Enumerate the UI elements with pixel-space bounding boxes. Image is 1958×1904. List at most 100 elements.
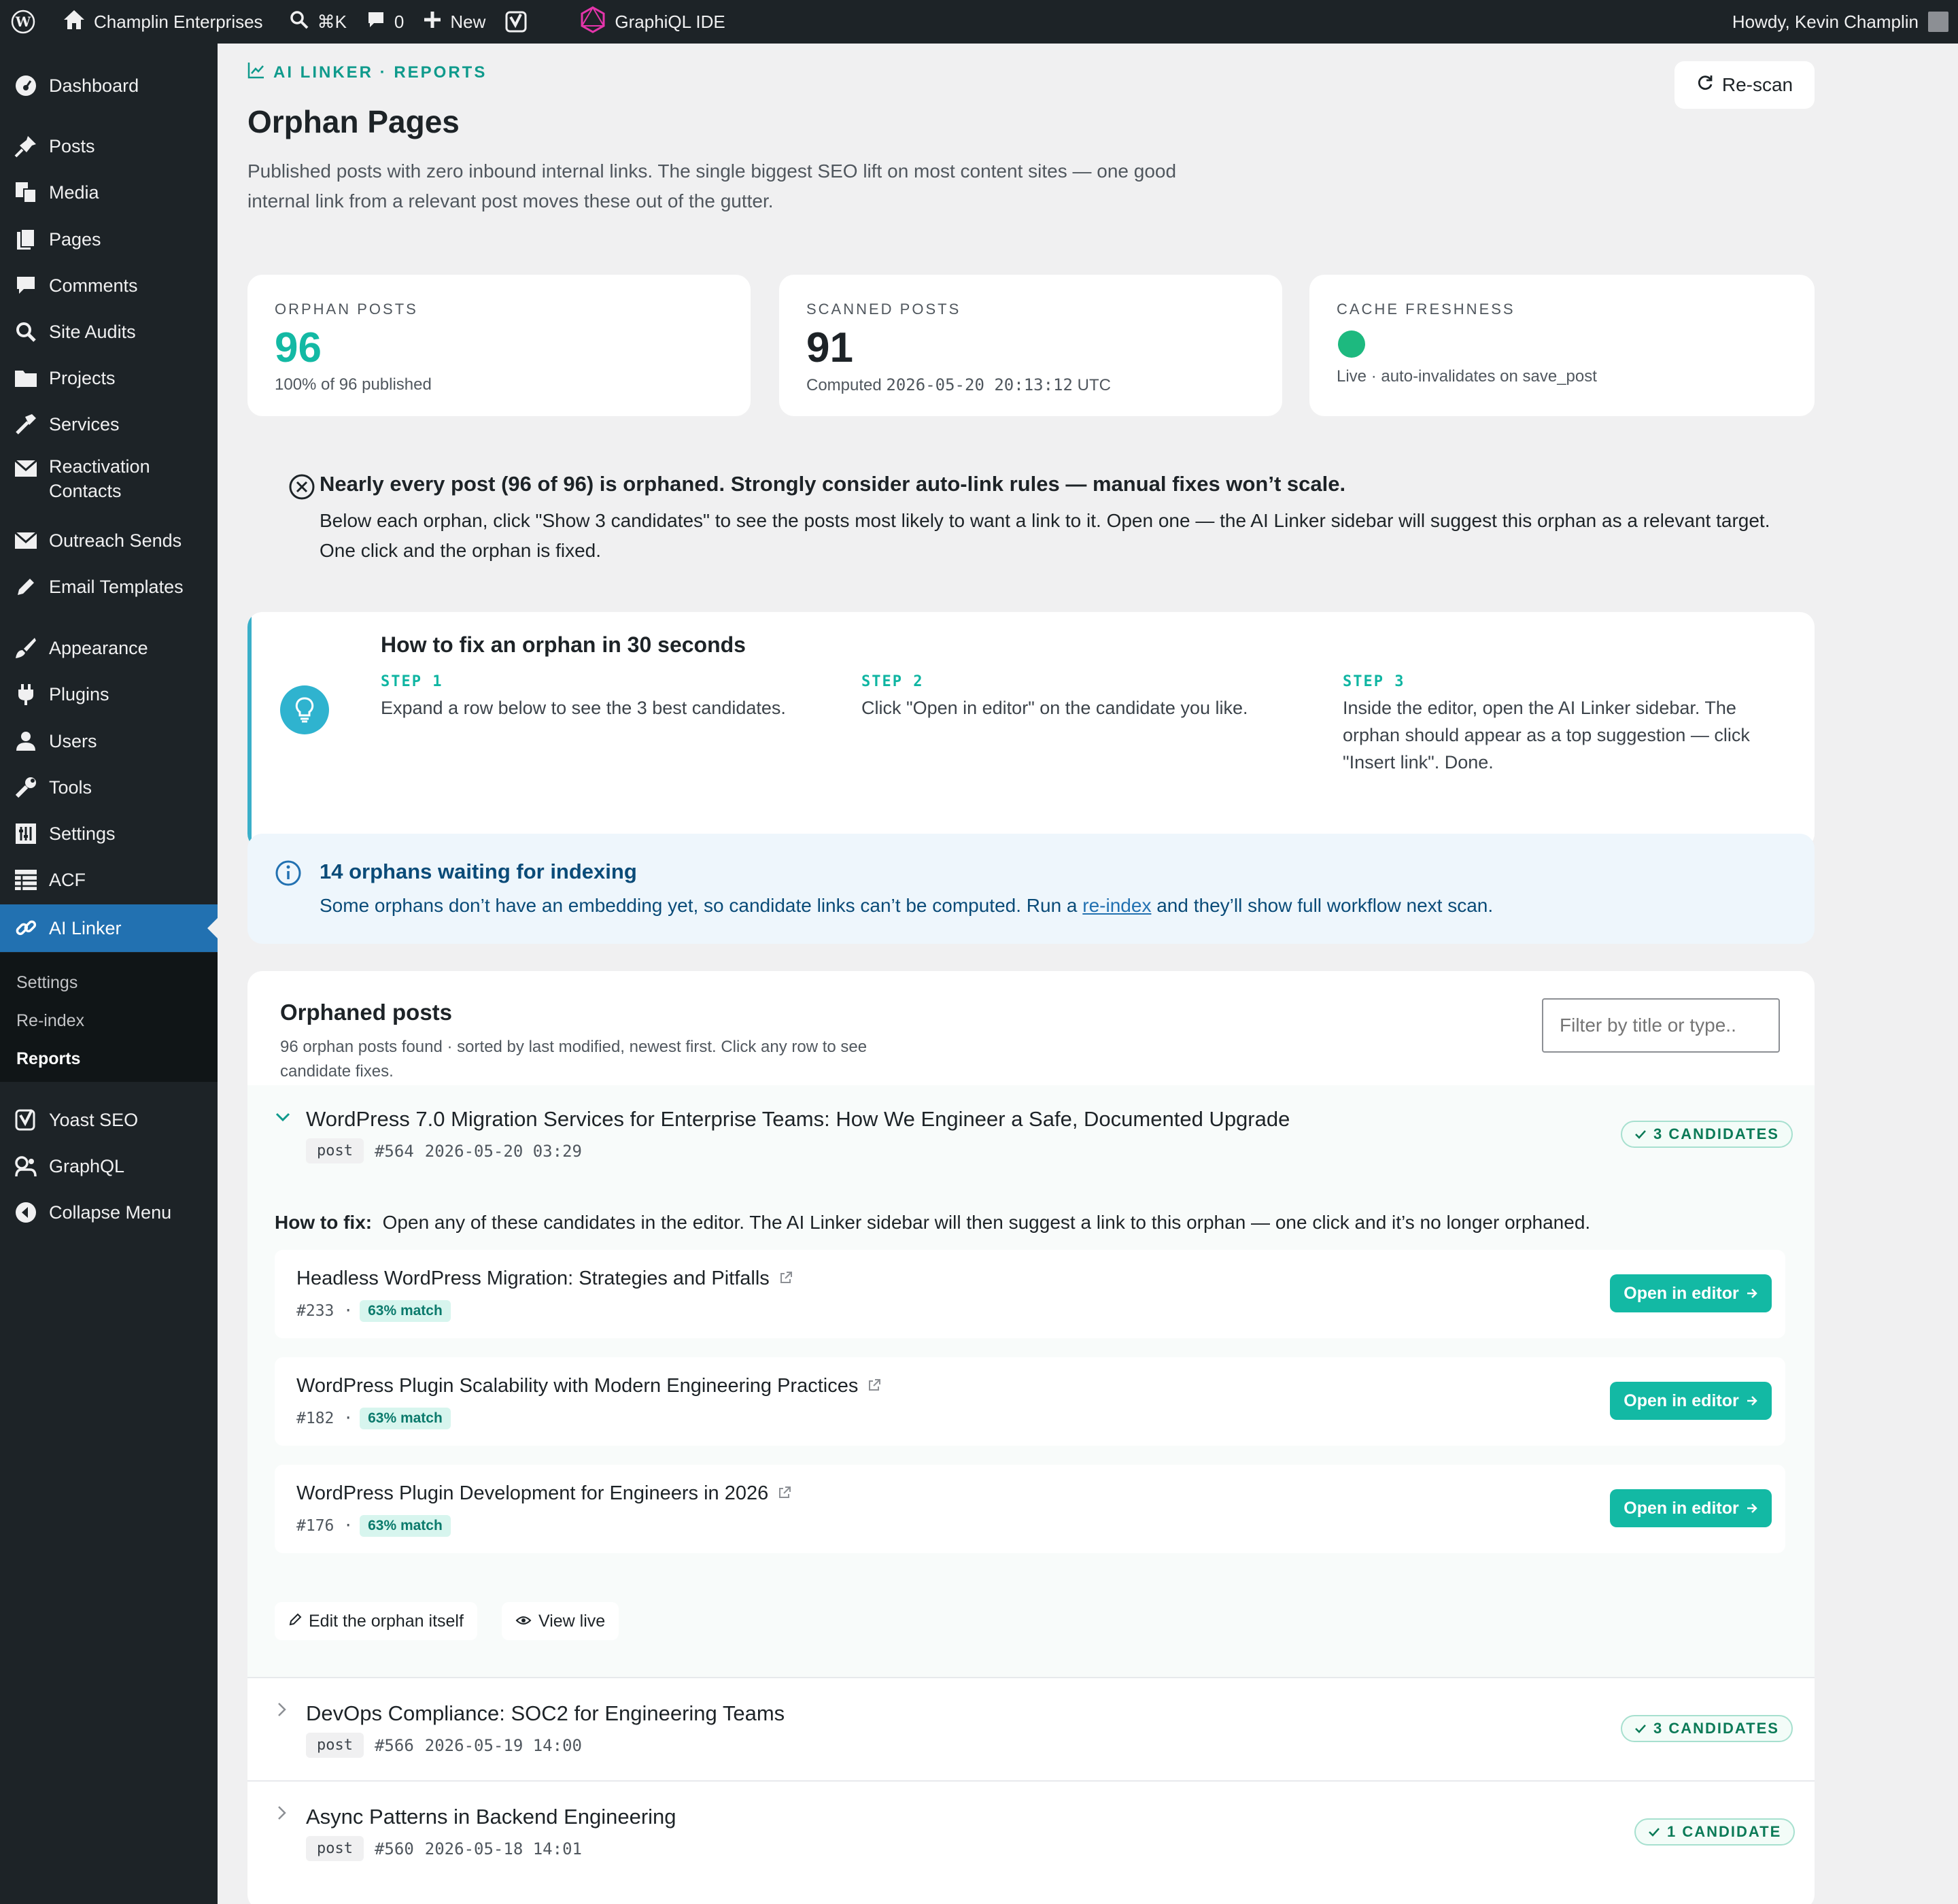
sidebar-item-dashboard[interactable]: Dashboard [0,67,218,105]
breadcrumb: AI LINKER · REPORTS [247,61,487,84]
sidebar-item-label: Posts [49,135,95,156]
sidebar-item-label: Contacts [49,481,122,501]
comments-link[interactable]: 0 [356,0,413,44]
stat-subtext: 100% of 96 published [275,375,432,394]
lightbulb-icon [280,685,329,734]
sidebar-item-reactivation-contacts[interactable]: Reactivation Contacts [0,452,218,513]
pencil-icon [288,1612,302,1631]
mail-icon [12,460,39,477]
eye-icon [515,1612,532,1631]
open-in-editor-button[interactable]: Open in editor [1610,1489,1772,1527]
new-content-link[interactable]: New [413,0,495,44]
wrench-icon [12,776,39,799]
candidate-title[interactable]: WordPress Plugin Scalability with Modern… [296,1375,881,1397]
submenu-item-reports[interactable]: Reports [16,1049,80,1069]
filter-input[interactable] [1542,998,1780,1053]
post-date: 2026-05-18 14:01 [424,1839,582,1858]
breadcrumb-label: AI LINKER · REPORTS [273,63,487,82]
chevron-down-icon[interactable] [275,1111,291,1127]
view-live-button[interactable]: View live [502,1602,619,1640]
sidebar-item-tools[interactable]: Tools [0,768,218,806]
table-row[interactable]: DevOps Compliance: SOC2 for Engineering … [247,1678,1815,1780]
sidebar-item-appearance[interactable]: Appearance [0,629,218,667]
reindex-link[interactable]: re-index [1082,895,1151,916]
plugin-icon [12,683,39,706]
sidebar-item-services[interactable]: Services [0,405,218,443]
sidebar-item-email-templates[interactable]: Email Templates [0,568,218,606]
sidebar-item-projects[interactable]: Projects [0,359,218,397]
submenu-item-reindex[interactable]: Re-index [16,1011,84,1031]
post-date: 2026-05-19 14:00 [424,1735,582,1755]
candidate-card: Headless WordPress Migration: Strategies… [275,1250,1785,1338]
arrow-right-icon [1746,1391,1758,1411]
step-text: Expand a row below to see the 3 best can… [381,698,786,718]
how-to-fix-label: How to fix: [275,1212,373,1233]
candidate-title[interactable]: WordPress Plugin Development for Enginee… [296,1482,791,1505]
edit-orphan-button[interactable]: Edit the orphan itself [275,1602,477,1640]
sidebar-item-acf[interactable]: ACF [0,861,218,899]
candidate-meta: #233 · 63% match [296,1300,451,1322]
graphql-icon [579,5,606,39]
table-row[interactable]: Async Patterns in Backend Engineering po… [247,1782,1815,1884]
candidate-id: #182 · [296,1410,354,1427]
sidebar-item-comments[interactable]: Comments [0,267,218,305]
post-id: #560 [374,1839,414,1858]
candidate-meta: #176 · 63% match [296,1515,451,1537]
graphiql-label: GraphiQL IDE [615,11,725,32]
sidebar-item-ai-linker[interactable]: AI Linker [0,904,218,952]
graphql-icon [12,1155,39,1178]
post-date: 2026-05-20 03:29 [424,1141,582,1161]
sidebar-item-graphql[interactable]: GraphQL [0,1147,218,1185]
sidebar-item-label: Users [49,730,97,751]
howto-step-2: STEP 2 Click "Open in editor" on the can… [861,673,1310,721]
howto-step-1: STEP 1 Expand a row below to see the 3 b… [381,673,829,721]
pin-icon [12,135,39,158]
status-dot [1338,330,1365,358]
orphan-title[interactable]: Async Patterns in Backend Engineering [306,1805,676,1829]
site-name-link[interactable]: Champlin Enterprises [53,0,273,44]
submenu-item-settings[interactable]: Settings [16,973,78,993]
post-type-tag: post [306,1836,364,1861]
post-id: #566 [374,1735,414,1755]
external-link-icon [868,1375,881,1397]
yoast-icon[interactable] [495,0,537,44]
candidates-badge[interactable]: 1 CANDIDATE [1634,1818,1796,1846]
sidebar-item-site-audits[interactable]: Site Audits [0,313,218,351]
sidebar-item-label: Pages [49,228,101,250]
open-in-editor-button[interactable]: Open in editor [1610,1382,1772,1420]
candidates-badge[interactable]: 3 CANDIDATES [1621,1715,1793,1742]
open-in-editor-button[interactable]: Open in editor [1610,1274,1772,1312]
page-title: Orphan Pages [247,104,460,139]
home-icon [63,9,86,35]
sidebar-item-yoast-seo[interactable]: Yoast SEO [0,1101,218,1139]
chevron-right-icon[interactable] [276,1701,287,1721]
sidebar-item-label: Comments [49,275,138,296]
rescan-button[interactable]: Re-scan [1674,61,1815,109]
search-shortcut-label: ⌘K [317,11,347,32]
sidebar-item-label: ACF [49,869,86,890]
candidate-title[interactable]: Headless WordPress Migration: Strategies… [296,1268,793,1290]
sidebar-item-media[interactable]: Media [0,173,218,211]
sidebar-item-outreach-sends[interactable]: Outreach Sends [0,522,218,560]
account-menu[interactable]: Howdy, Kevin Champlin [1732,0,1948,44]
avatar [1928,12,1948,32]
candidate-meta: #182 · 63% match [296,1408,451,1429]
search-shortcut[interactable]: ⌘K [279,0,356,44]
external-link-icon [779,1268,793,1290]
sidebar-item-plugins[interactable]: Plugins [0,675,218,713]
chevron-right-icon[interactable] [276,1805,287,1824]
wordpress-logo-icon[interactable]: W [0,0,45,44]
graphiql-link[interactable]: GraphiQL IDE [570,0,734,44]
new-label: New [450,11,486,32]
sidebar-item-users[interactable]: Users [0,722,218,760]
sidebar-item-pages[interactable]: Pages [0,220,218,258]
sidebar-item-posts[interactable]: Posts [0,127,218,165]
orphan-title[interactable]: WordPress 7.0 Migration Services for Ent… [306,1107,1290,1132]
warning-title: Nearly every post (96 of 96) is orphaned… [320,472,1346,496]
table-row[interactable]: WordPress 7.0 Migration Services for Ent… [247,1085,1815,1185]
collapse-menu-button[interactable]: Collapse Menu [0,1193,218,1231]
orphan-title[interactable]: DevOps Compliance: SOC2 for Engineering … [306,1701,785,1726]
sidebar-item-label: Reactivation [49,456,150,477]
sidebar-item-settings[interactable]: Settings [0,815,218,853]
candidates-badge[interactable]: 3 CANDIDATES [1621,1121,1793,1148]
